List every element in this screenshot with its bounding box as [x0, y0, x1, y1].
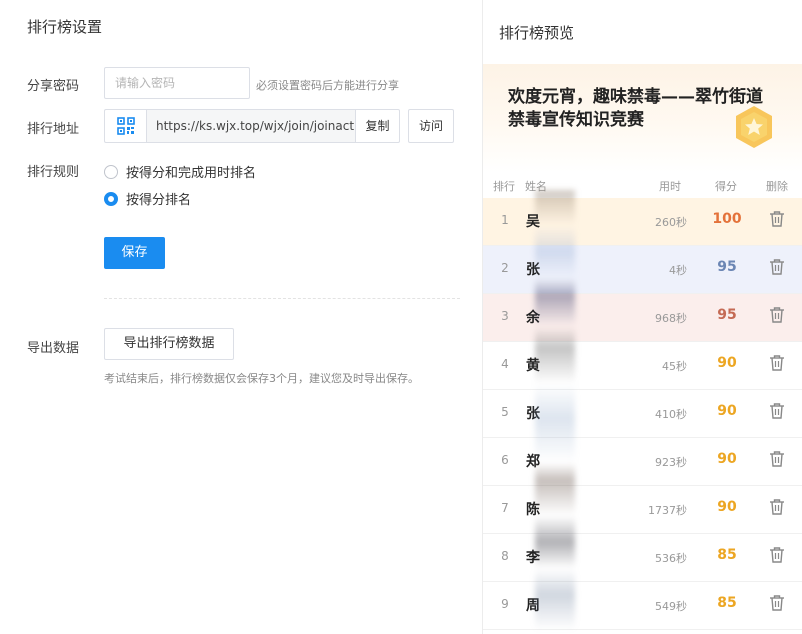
trash-icon — [770, 451, 784, 467]
row-score: 90 — [717, 403, 737, 419]
trash-icon — [770, 355, 784, 371]
qr-code-icon — [116, 117, 135, 135]
row-rank: 6 — [501, 453, 509, 467]
rule-option-score[interactable]: 按得分排名 — [104, 189, 191, 208]
col-delete: 删除 — [766, 180, 788, 193]
rank-rules-label: 排行规则 — [27, 165, 80, 180]
share-password-input[interactable] — [104, 67, 250, 99]
row-rank: 4 — [501, 357, 509, 371]
delete-button[interactable] — [769, 450, 785, 472]
table-row: 3 余 968秒 95 — [483, 294, 802, 342]
trash-icon — [770, 547, 784, 563]
preview-title: 排行榜预览 — [499, 24, 575, 42]
rule-option-label: 按得分排名 — [126, 193, 192, 208]
trash-icon — [770, 403, 784, 419]
preview-table-header: 排行 姓名 用时 得分 删除 — [483, 176, 802, 196]
delete-button[interactable] — [769, 354, 785, 376]
export-leaderboard-button[interactable]: 导出排行榜数据 — [104, 328, 234, 360]
table-row: 7 陈 1737秒 90 — [483, 486, 802, 534]
col-score: 得分 — [715, 180, 737, 193]
table-row: 4 黄 45秒 90 — [483, 342, 802, 390]
row-score: 90 — [717, 355, 737, 371]
row-time: 45秒 — [662, 360, 687, 373]
row-time: 1737秒 — [648, 504, 687, 517]
visit-button[interactable]: 访问 — [408, 109, 454, 143]
col-rank: 排行 — [493, 180, 515, 193]
row-rank: 1 — [501, 213, 509, 227]
delete-button[interactable] — [769, 594, 785, 616]
radio-unchecked[interactable] — [104, 164, 118, 179]
table-row: 6 郑 923秒 90 — [483, 438, 802, 486]
qr-code-button[interactable] — [104, 109, 146, 143]
row-score: 90 — [717, 451, 737, 467]
rank-address-label: 排行地址 — [27, 122, 80, 137]
row-score: 85 — [717, 547, 737, 563]
row-score: 95 — [717, 307, 737, 323]
copy-button[interactable]: 复制 — [356, 109, 400, 143]
rule-option-score-time[interactable]: 按得分和完成用时排名 — [104, 162, 256, 181]
rule-option-label: 按得分和完成用时排名 — [126, 166, 257, 181]
export-data-label: 导出数据 — [27, 341, 80, 356]
row-rank: 8 — [501, 549, 509, 563]
row-score: 100 — [712, 211, 742, 227]
row-score: 90 — [717, 499, 737, 515]
radio-checked[interactable] — [104, 191, 118, 206]
delete-button[interactable] — [769, 306, 785, 328]
table-row: 5 张 410秒 90 — [483, 390, 802, 438]
delete-button[interactable] — [769, 258, 785, 280]
preview-banner: 欢度元宵，趣味禁毒——翠竹街道 禁毒宣传知识竞赛 — [483, 64, 802, 172]
table-row: 8 李 536秒 85 — [483, 534, 802, 582]
row-rank: 3 — [501, 309, 509, 323]
row-time: 968秒 — [655, 312, 687, 325]
settings-title: 排行榜设置 — [27, 18, 103, 36]
delete-button[interactable] — [769, 402, 785, 424]
trash-icon — [770, 211, 784, 227]
row-time: 410秒 — [655, 408, 687, 421]
password-hint: 必须设置密码后方能进行分享 — [256, 79, 399, 92]
delete-button[interactable] — [769, 546, 785, 568]
rank-address-group: https://ks.wjx.top/wjx/join/joinacti 复制 — [104, 109, 400, 143]
row-rank: 2 — [501, 261, 509, 275]
row-rank: 7 — [501, 501, 509, 515]
row-time: 260秒 — [655, 216, 687, 229]
row-time: 536秒 — [655, 552, 687, 565]
delete-button[interactable] — [769, 498, 785, 520]
trash-icon — [770, 499, 784, 515]
trash-icon — [770, 595, 784, 611]
trash-icon — [770, 259, 784, 275]
delete-button[interactable] — [769, 210, 785, 232]
row-time: 549秒 — [655, 600, 687, 613]
share-password-label: 分享密码 — [27, 79, 80, 94]
row-time: 923秒 — [655, 456, 687, 469]
col-time: 用时 — [659, 180, 681, 193]
star-badge-icon — [736, 106, 772, 148]
row-rank: 5 — [501, 405, 509, 419]
trash-icon — [770, 307, 784, 323]
table-row: 9 周 549秒 85 — [483, 582, 802, 630]
row-score: 95 — [717, 259, 737, 275]
blurred-avatar-column — [535, 190, 575, 630]
leaderboard-settings-panel: 排行榜设置 分享密码 必须设置密码后方能进行分享 排行地址 https://ks… — [0, 0, 478, 634]
rank-url-field[interactable]: https://ks.wjx.top/wjx/join/joinacti — [146, 109, 356, 143]
row-score: 85 — [717, 595, 737, 611]
row-time: 4秒 — [669, 264, 687, 277]
table-row: 1 吴 260秒 100 — [483, 198, 802, 246]
save-button[interactable]: 保存 — [104, 237, 165, 269]
table-row: 2 张 4秒 95 — [483, 246, 802, 294]
row-rank: 9 — [501, 597, 509, 611]
section-divider — [104, 298, 460, 299]
export-hint: 考试结束后，排行榜数据仅会保存3个月，建议您及时导出保存。 — [104, 372, 419, 385]
leaderboard-preview-panel: 排行榜预览 欢度元宵，趣味禁毒——翠竹街道 禁毒宣传知识竞赛 排行 姓名 用时 … — [482, 0, 802, 634]
